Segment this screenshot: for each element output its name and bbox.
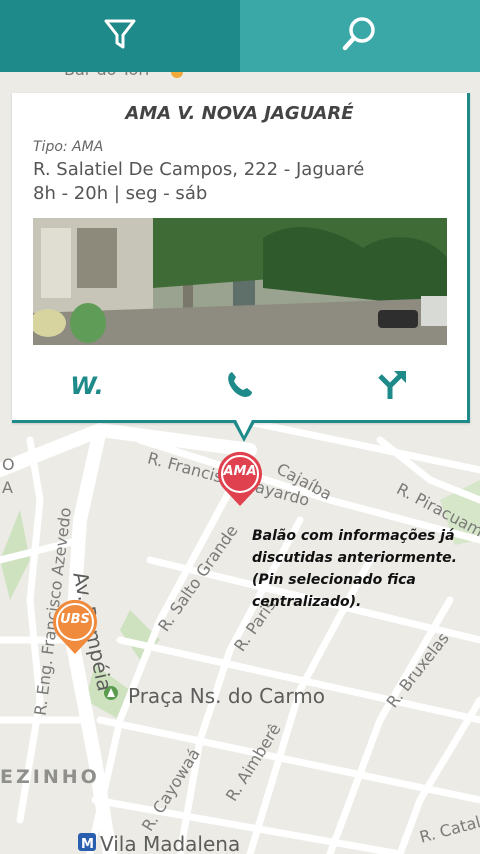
pin-ama-selected[interactable]: AMA: [215, 450, 265, 508]
street-view-photo[interactable]: [33, 218, 447, 345]
pin-ama-label: AMA: [223, 464, 257, 479]
annotation-note: Balão com informações já discutidas ante…: [252, 525, 472, 613]
note-line: Balão com informações já: [252, 528, 455, 544]
website-button[interactable]: W.: [57, 361, 117, 411]
map-label-left-a: A: [2, 478, 13, 497]
directions-button[interactable]: [362, 361, 422, 411]
map-label-left-o: O: [2, 455, 15, 474]
place-info-card[interactable]: AMA V. NOVA JAGUARÉ Tipo: AMA R. Salatie…: [12, 93, 470, 423]
pin-ubs[interactable]: UBS: [50, 598, 100, 656]
card-pointer-inner: [235, 418, 253, 436]
place-title: AMA V. NOVA JAGUARÉ: [125, 103, 354, 124]
top-toolbar: [0, 0, 480, 72]
place-hours: 8h - 20h | seg - sáb: [33, 183, 208, 204]
map-pin-icon: [218, 451, 262, 506]
filter-funnel-icon: [103, 17, 137, 55]
search-magnifier-icon: [341, 15, 379, 57]
phone-icon: [225, 369, 255, 403]
map-pin-icon: [53, 599, 97, 654]
search-tab[interactable]: [240, 0, 480, 72]
website-label: W.: [70, 372, 104, 400]
note-line: centralizado).: [252, 594, 362, 610]
svg-text:M: M: [81, 837, 94, 852]
note-line: discutidas anteriormente.: [252, 550, 457, 566]
map-label-vila-madalena: Vila Madalena: [100, 832, 241, 854]
card-actions: W.: [12, 361, 467, 411]
pin-ubs-label: UBS: [60, 612, 90, 627]
filter-tab[interactable]: [0, 0, 240, 72]
place-type: Tipo: AMA: [33, 139, 104, 155]
place-address: R. Salatiel De Campos, 222 - Jaguaré: [33, 159, 365, 180]
note-line: (Pin selecionado fica: [252, 572, 416, 588]
map-label-praca: Praça Ns. do Carmo: [128, 684, 325, 708]
directions-icon: [376, 368, 408, 404]
map-label-district: EZINHO: [0, 766, 100, 788]
call-button[interactable]: [210, 361, 270, 411]
